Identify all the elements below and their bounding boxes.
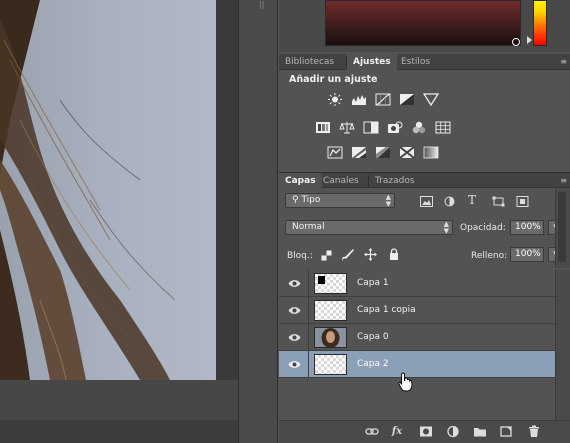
new-group-icon[interactable] xyxy=(473,425,487,438)
brightness-contrast-icon[interactable] xyxy=(327,93,343,106)
tab-capas[interactable]: Capas xyxy=(279,173,322,189)
gradient-map-icon[interactable] xyxy=(423,146,439,159)
layer-filter-select[interactable]: ⚲ Tipo ▲ ▼ xyxy=(285,193,395,208)
color-lookup-icon[interactable] xyxy=(435,121,451,134)
adjustment-filter-icon[interactable] xyxy=(443,196,456,207)
layer-row-capa-2[interactable]: Capa 2 xyxy=(279,351,555,378)
adjustments-panel: Añadir un ajuste xyxy=(279,70,570,170)
visibility-eye-icon[interactable] xyxy=(288,306,301,315)
layer-row-capa-0[interactable]: Capa 0 xyxy=(279,324,555,351)
blend-mode-value: Normal xyxy=(292,222,325,232)
layers-scrollbar[interactable] xyxy=(555,270,570,420)
document-canvas-area[interactable] xyxy=(0,0,238,443)
portrait-thumbnail-icon xyxy=(315,328,346,347)
row-divider xyxy=(308,351,309,378)
layers-list: Capa 1 Capa 1 copia Capa 0 Capa 2 xyxy=(279,270,555,420)
dock-grip-icon[interactable]: || xyxy=(259,0,264,9)
add-mask-icon[interactable] xyxy=(419,425,433,438)
fill-input[interactable]: 100% xyxy=(510,247,544,262)
levels-icon[interactable] xyxy=(351,93,367,106)
pixel-filter-icon[interactable] xyxy=(420,196,433,207)
layer-name[interactable]: Capa 1 copia xyxy=(357,305,416,315)
tab-trazados[interactable]: Trazados xyxy=(369,173,421,189)
lock-transparent-icon[interactable] xyxy=(321,250,332,261)
link-layers-icon[interactable] xyxy=(365,425,379,438)
lock-all-icon[interactable] xyxy=(389,248,399,261)
blend-mode-select[interactable]: Normal ▲ ▼ xyxy=(285,220,453,235)
layers-footer: fx xyxy=(279,420,570,443)
tab-estilos[interactable]: Estilos xyxy=(395,54,436,70)
opacity-input[interactable]: 100% xyxy=(510,220,544,235)
canvas-photo[interactable] xyxy=(0,0,216,380)
panel-dock-strip xyxy=(238,0,278,443)
vibrance-icon[interactable] xyxy=(423,93,439,106)
panel-scrollbar[interactable] xyxy=(558,192,566,262)
smart-object-filter-icon[interactable] xyxy=(516,196,529,207)
hue-slider[interactable] xyxy=(533,0,547,46)
tab-bibliotecas[interactable]: Bibliotecas xyxy=(279,54,340,70)
hair-image xyxy=(0,0,176,380)
selective-color-icon[interactable] xyxy=(399,146,415,159)
exposure-icon[interactable] xyxy=(399,93,415,106)
type-filter-icon[interactable]: T xyxy=(468,193,481,207)
lock-move-icon[interactable] xyxy=(364,248,377,261)
delete-layer-icon[interactable] xyxy=(527,425,541,438)
hand-cursor-icon xyxy=(398,372,413,392)
thumbnail-mask-mark xyxy=(318,276,325,284)
select-arrows-icon: ▲ ▼ xyxy=(385,193,391,208)
color-marker-icon[interactable] xyxy=(512,38,520,46)
status-bar xyxy=(0,420,238,443)
hue-saturation-icon[interactable] xyxy=(315,121,331,134)
row-divider xyxy=(308,297,309,324)
posterize-icon[interactable] xyxy=(351,146,367,159)
row-divider xyxy=(308,270,309,297)
adjustments-tabbar: Bibliotecas Ajustes Estilos ≡ xyxy=(279,54,570,70)
color-balance-icon[interactable] xyxy=(339,121,355,134)
adjustments-title: Añadir un ajuste xyxy=(289,74,378,85)
threshold-icon[interactable] xyxy=(375,146,391,159)
new-layer-icon[interactable] xyxy=(499,425,513,438)
layers-tabbar: Capas Canales Trazados ≡ xyxy=(279,172,570,189)
curves-icon[interactable] xyxy=(375,93,391,106)
shape-filter-icon[interactable] xyxy=(492,196,505,207)
color-field[interactable] xyxy=(325,0,521,46)
hue-arrow-icon[interactable] xyxy=(527,36,532,44)
invert-icon[interactable] xyxy=(327,146,343,159)
row-divider xyxy=(308,324,309,351)
layer-thumbnail xyxy=(314,273,347,294)
layer-name[interactable]: Capa 0 xyxy=(357,332,389,342)
filter-kind-value: Tipo xyxy=(301,195,321,205)
layer-row-capa-1-copia[interactable]: Capa 1 copia xyxy=(279,297,555,324)
lock-brush-icon[interactable] xyxy=(341,249,355,262)
visibility-eye-icon[interactable] xyxy=(288,360,301,369)
opacity-label: Opacidad: xyxy=(460,223,506,233)
fx-icon[interactable]: fx xyxy=(390,425,404,438)
select-arrows-icon: ▲ ▼ xyxy=(443,220,449,235)
right-panels: Bibliotecas Ajustes Estilos ≡ Añadir un … xyxy=(279,0,570,443)
channel-mixer-icon[interactable] xyxy=(411,121,427,134)
layer-thumbnail-photo xyxy=(314,327,347,348)
tab-ajustes[interactable]: Ajustes xyxy=(347,54,397,70)
adjustment-layer-icon[interactable] xyxy=(446,425,460,438)
layer-thumbnail xyxy=(314,354,347,375)
panel-menu-icon[interactable]: ≡ xyxy=(555,176,567,186)
layer-name[interactable]: Capa 2 xyxy=(357,359,389,369)
fill-label: Relleno: xyxy=(471,251,508,261)
visibility-eye-icon[interactable] xyxy=(288,333,301,342)
panel-menu-icon[interactable]: ≡ xyxy=(555,57,567,67)
lock-label: Bloq.: xyxy=(287,251,313,261)
layer-thumbnail xyxy=(314,300,347,321)
visibility-eye-icon[interactable] xyxy=(288,279,301,288)
photo-filter-icon[interactable] xyxy=(387,121,403,134)
layer-name[interactable]: Capa 1 xyxy=(357,278,389,288)
layer-row-capa-1[interactable]: Capa 1 xyxy=(279,270,555,297)
tab-canales[interactable]: Canales xyxy=(317,173,365,189)
color-panel xyxy=(279,0,570,52)
black-white-icon[interactable] xyxy=(363,121,379,134)
